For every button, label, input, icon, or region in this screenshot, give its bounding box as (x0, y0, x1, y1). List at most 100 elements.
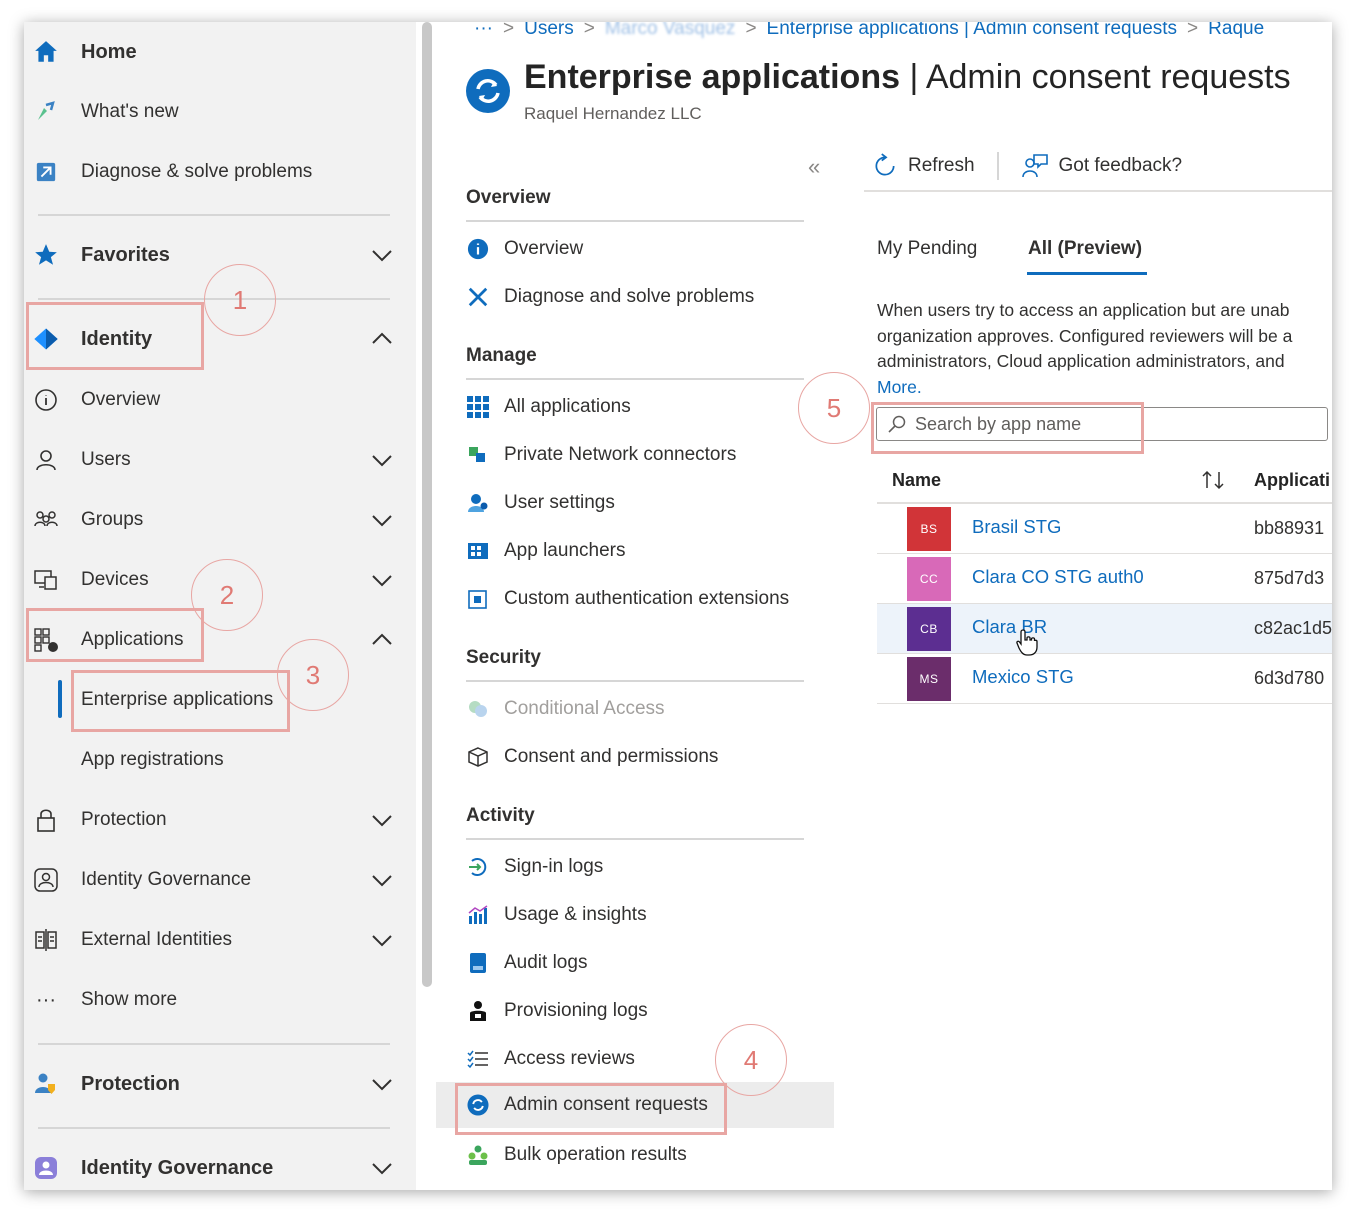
chevron-down-icon[interactable] (370, 448, 394, 472)
nav-external-identities-label: External Identities (81, 929, 233, 950)
feedback-button[interactable]: Got feedback? (1021, 153, 1182, 179)
nav-devices-label: Devices (81, 569, 149, 590)
breadcrumb-separator: > (583, 22, 595, 39)
home-icon (32, 38, 60, 66)
menu-item-diagnose[interactable]: Diagnose and solve problems (436, 274, 834, 320)
table-row[interactable]: CC Clara CO STG auth0 875d7d3 (877, 554, 1332, 604)
menu-section-manage: Manage (466, 345, 537, 366)
chevron-down-icon[interactable] (370, 928, 394, 952)
breadcrumb-enterprise-apps[interactable]: Enterprise applications | Admin consent … (767, 22, 1178, 40)
app-id: c82ac1d5 (1254, 618, 1332, 638)
menu-item-overview[interactable]: Overview (436, 226, 834, 272)
nav-show-more-label: Show more (81, 989, 178, 1010)
command-bar-divider (864, 190, 1332, 192)
tools-icon (466, 285, 490, 309)
step-marker-4: 4 (715, 1024, 787, 1096)
menu-item-conditional-access[interactable]: Conditional Access (436, 686, 834, 732)
menu-item-label: Overview (504, 238, 584, 259)
user-settings-icon (466, 491, 490, 515)
app-name-link[interactable]: Brasil STG (972, 516, 1061, 538)
page-title: Enterprise applications | Admin consent … (524, 58, 1291, 96)
menu-item-private-network[interactable]: Private Network connectors (436, 432, 834, 478)
step-marker-1: 1 (204, 264, 276, 336)
chevron-down-icon[interactable] (370, 568, 394, 592)
menu-item-provisioning-logs[interactable]: Provisioning logs (436, 988, 834, 1034)
refresh-button[interactable]: Refresh (872, 153, 975, 179)
menu-item-label: Conditional Access (504, 698, 665, 719)
chevron-down-icon[interactable] (370, 508, 394, 532)
nav-users[interactable]: Users (24, 430, 416, 490)
app-name-link[interactable]: Clara CO STG auth0 (972, 566, 1144, 588)
breadcrumb-tenant[interactable]: Raque (1208, 22, 1264, 40)
nav-external-identities[interactable]: External Identities (24, 910, 416, 970)
step-marker-5: 5 (798, 372, 870, 444)
menu-item-consent-permissions[interactable]: Consent and permissions (436, 734, 834, 780)
page-subtitle: Raquel Hernandez LLC (524, 104, 702, 123)
menu-item-bulk-operation[interactable]: Bulk operation results (436, 1132, 834, 1178)
highlight-enterprise-applications (71, 670, 290, 732)
table-row[interactable]: CB Clara BR c82ac1d5 (877, 604, 1332, 654)
tab-all-preview[interactable]: All (Preview) (1028, 238, 1142, 260)
chevron-down-icon[interactable] (370, 243, 394, 267)
app-name-link[interactable]: Mexico STG (972, 666, 1074, 688)
menu-section-activity: Activity (466, 805, 535, 826)
menu-item-usage-insights[interactable]: Usage & insights (436, 892, 834, 938)
nav-show-more[interactable]: ··· Show more (24, 970, 416, 1030)
app-id: bb88931 (1254, 518, 1325, 538)
cube-icon (466, 745, 490, 769)
collapse-menu-button[interactable]: « (808, 154, 820, 180)
more-link[interactable]: More. (877, 375, 1332, 401)
breadcrumb-users[interactable]: Users (524, 22, 574, 40)
sort-icon[interactable] (1199, 468, 1227, 492)
highlight-search (871, 402, 1144, 454)
nav-favorites-label: Favorites (81, 243, 170, 266)
nav-protection[interactable]: Protection (24, 790, 416, 850)
grid-icon (466, 395, 490, 419)
chevron-down-icon[interactable] (370, 1072, 394, 1096)
chevron-down-icon[interactable] (370, 808, 394, 832)
menu-divider (466, 220, 804, 222)
chevron-up-icon[interactable] (370, 628, 394, 652)
menu-item-signin-logs[interactable]: Sign-in logs (436, 844, 834, 890)
menu-item-audit-logs[interactable]: Audit logs (436, 940, 834, 986)
nav-protection-section[interactable]: Protection (24, 1054, 416, 1114)
menu-item-app-launchers[interactable]: App launchers (436, 528, 834, 574)
app-avatar: BS (907, 507, 951, 551)
devices-icon (32, 566, 60, 594)
tab-my-pending[interactable]: My Pending (877, 238, 977, 260)
chevron-up-icon[interactable] (370, 327, 394, 351)
chevron-down-icon[interactable] (370, 868, 394, 892)
breadcrumb-ellipsis[interactable]: ··· (474, 22, 493, 40)
table-row[interactable]: BS Brasil STG bb88931 (877, 504, 1332, 554)
bulk-users-icon (466, 1143, 490, 1167)
menu-item-label: Custom authentication extensions (504, 588, 790, 609)
menu-item-label: Usage & insights (504, 904, 647, 925)
nav-scrollbar[interactable] (422, 22, 432, 987)
column-header-application-id[interactable]: Applicati (1254, 470, 1330, 491)
menu-item-label: Provisioning logs (504, 1000, 648, 1021)
chevron-down-icon[interactable] (370, 1156, 394, 1180)
menu-item-all-applications[interactable]: All applications (436, 384, 834, 430)
table-row[interactable]: MS Mexico STG 6d3d780 (877, 654, 1332, 704)
nav-groups[interactable]: Groups (24, 490, 416, 550)
app-frame: Home What's new Diagnose & solve problem… (24, 22, 1332, 1190)
nav-app-registrations[interactable]: App registrations (24, 730, 416, 790)
nav-protection-section-label: Protection (81, 1072, 180, 1095)
nav-app-registrations-label: App registrations (81, 749, 224, 770)
admin-consent-icon (466, 69, 510, 113)
description-line: administrators, Cloud application admini… (877, 351, 1285, 371)
menu-item-label: Bulk operation results (504, 1144, 687, 1165)
menu-item-custom-auth[interactable]: Custom authentication extensions (436, 576, 834, 622)
nav-identity-governance-section[interactable]: Identity Governance (24, 1138, 416, 1190)
breadcrumb-user-name[interactable]: Marco Vasquez (605, 22, 736, 40)
nav-overview[interactable]: Overview (24, 370, 416, 430)
external-identities-icon (32, 926, 60, 954)
nav-home[interactable]: Home (24, 22, 416, 82)
conditional-access-icon (466, 697, 490, 721)
menu-item-label: Private Network connectors (504, 444, 737, 465)
nav-diagnose[interactable]: Diagnose & solve problems (24, 142, 416, 202)
nav-whats-new[interactable]: What's new (24, 82, 416, 142)
column-header-name[interactable]: Name (892, 470, 941, 491)
nav-identity-governance[interactable]: Identity Governance (24, 850, 416, 910)
menu-item-user-settings[interactable]: User settings (436, 480, 834, 526)
